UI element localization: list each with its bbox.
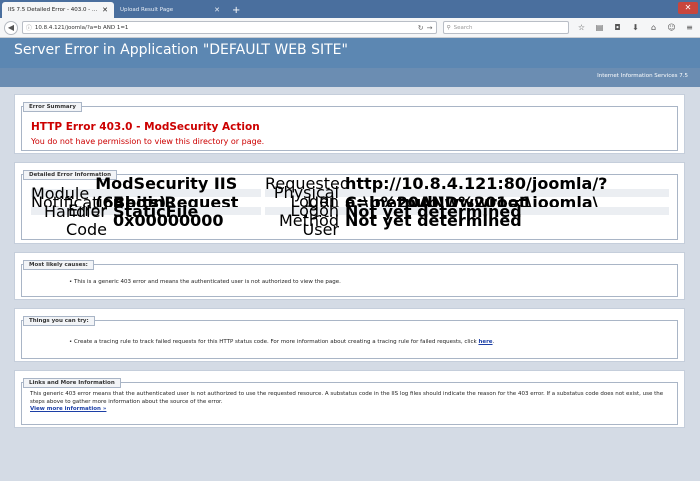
try-text: Create a tracing rule to track failed re… [74,339,477,345]
bookmark-star-icon[interactable]: ☆ [575,21,588,34]
detail-value: Not yet determined [345,210,522,230]
page-header: Server Error in Application "DEFAULT WEB… [0,38,700,68]
iis-version: Internet Information Services 7.5 [597,73,688,79]
tab-upload-result[interactable]: Upload Result Page ✕ [114,2,226,18]
menu-icon[interactable]: ≡ [683,21,696,34]
search-input[interactable]: Search [454,25,473,31]
detail-label: Error Code [66,201,107,239]
links-info-panel: Links and More Information This generic … [14,370,685,428]
error-summary-legend: Error Summary [23,102,82,112]
likely-causes-panel: Most likely causes: • This is a generic … [14,252,685,300]
new-tab-button[interactable]: + [226,2,246,18]
error-message: You do not have permission to view this … [31,137,265,146]
window-close-icon[interactable]: ✕ [678,2,698,14]
chat-icon[interactable]: ☺ [665,21,678,34]
nav-bar: ◀ ⓘ 10.8.4.121/joomla/?a=b AND 1=1 ↻ → ⚲… [0,18,700,38]
detail-label: Logon User [290,201,339,239]
error-title: HTTP Error 403.0 - ModSecurity Action [31,121,260,133]
page-title: Server Error in Application "DEFAULT WEB… [14,42,348,58]
likely-causes-legend: Most likely causes: [23,260,94,270]
download-icon[interactable]: ⬇ [629,21,642,34]
detail-value: 0x00000000 [113,210,224,230]
go-arrow-icon[interactable]: → [427,24,433,32]
error-summary-panel: Error Summary HTTP Error 403.0 - ModSecu… [14,94,685,154]
url-input[interactable]: 10.8.4.121/joomla/?a=b AND 1=1 [35,25,415,31]
list-item: • Create a tracing rule to track failed … [69,339,495,345]
detailed-error-panel: Detailed Error Information Module ModSec… [14,162,685,244]
info-paragraph: This generic 403 error means that the au… [30,391,664,405]
home-icon[interactable]: ⌂ [647,21,660,34]
pocket-icon[interactable]: ◘ [611,21,624,34]
info-icon[interactable]: ⓘ [26,23,32,32]
detail-row: Logon User Not yet determined [265,201,669,239]
search-icon: ⚲ [446,24,451,31]
here-link[interactable]: here [478,339,492,345]
tab-title: Upload Result Page [120,7,174,13]
close-icon[interactable]: ✕ [102,6,108,14]
subheader: Internet Information Services 7.5 [0,68,700,87]
links-info-legend: Links and More Information [23,378,121,388]
list-item: • This is a generic 403 error and means … [69,279,341,285]
tab-bar: IIS 7.5 Detailed Error - 403.0 - Mo... ✕… [0,0,700,18]
search-bar[interactable]: ⚲ Search [442,21,569,34]
back-button[interactable]: ◀ [4,20,18,35]
try-suffix: . [492,339,495,345]
detail-row: Error Code 0x00000000 [31,201,261,239]
tab-iis-error[interactable]: IIS 7.5 Detailed Error - 403.0 - Mo... ✕ [2,2,114,18]
tab-title: IIS 7.5 Detailed Error - 403.0 - Mo... [8,7,99,13]
cause-text: This is a generic 403 error and means th… [74,279,341,285]
url-bar[interactable]: ⓘ 10.8.4.121/joomla/?a=b AND 1=1 ↻ → [21,21,437,34]
view-more-link[interactable]: View more information » [30,406,670,414]
toolbar-icons: ☆ ▤ ◘ ⬇ ⌂ ☺ ≡ [575,21,696,34]
reading-list-icon[interactable]: ▤ [593,21,606,34]
reload-icon[interactable]: ↻ [418,24,424,32]
close-icon[interactable]: ✕ [214,6,220,14]
things-to-try-panel: Things you can try: • Create a tracing r… [14,308,685,362]
links-info-text: This generic 403 error means that the au… [30,391,670,414]
things-to-try-legend: Things you can try: [23,316,95,326]
